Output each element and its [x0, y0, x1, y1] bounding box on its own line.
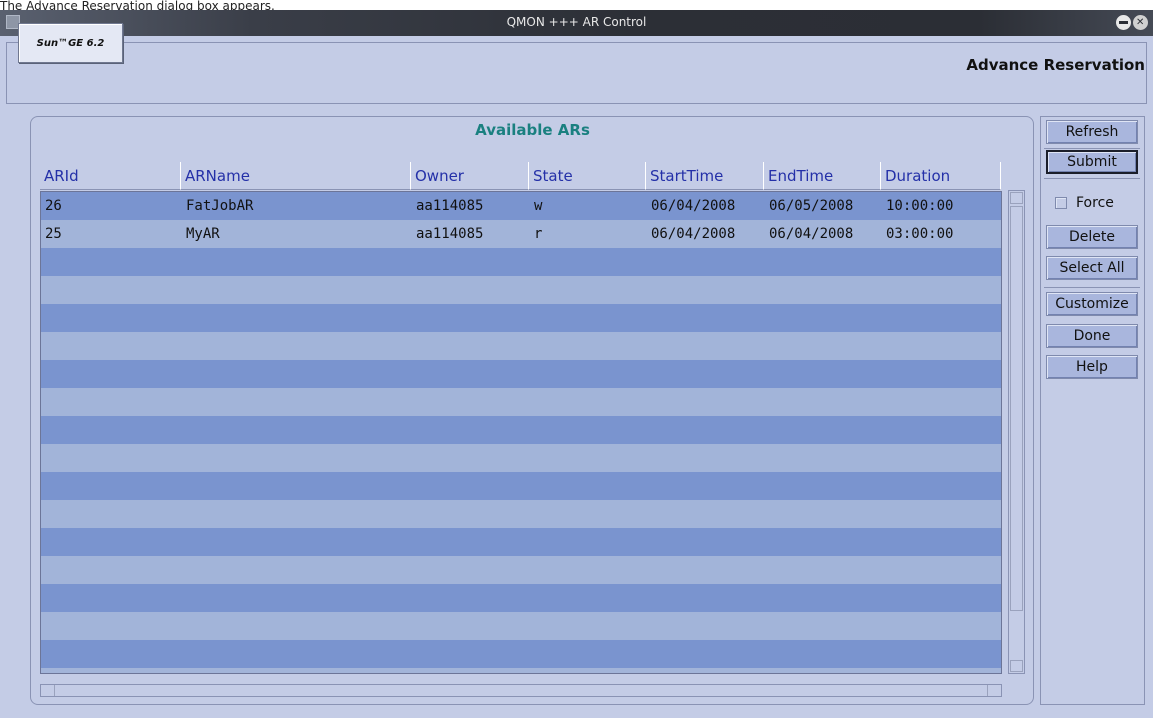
column-header-arname[interactable]: ARName — [181, 162, 411, 190]
minimize-icon[interactable] — [1116, 15, 1131, 30]
cell-arid: 25 — [45, 226, 62, 242]
close-icon[interactable] — [1133, 15, 1148, 30]
submit-button[interactable]: Submit — [1046, 150, 1138, 174]
horizontal-scrollbar[interactable] — [40, 684, 1002, 697]
table-body[interactable]: 26 FatJobAR aa114085 w 06/04/2008 06/05/… — [40, 191, 1002, 674]
customize-button[interactable]: Customize — [1046, 292, 1138, 316]
table-row[interactable]: 26 FatJobAR aa114085 w 06/04/2008 06/05/… — [41, 192, 1001, 220]
force-checkbox-row[interactable]: Force — [1049, 193, 1139, 213]
select-all-button[interactable]: Select All — [1046, 256, 1138, 280]
cell-arname: MyAR — [186, 226, 220, 242]
column-header-endtime[interactable]: EndTime — [764, 162, 881, 190]
divider — [1044, 287, 1140, 288]
force-label: Force — [1076, 195, 1114, 211]
scroll-left-icon[interactable] — [42, 685, 55, 696]
scroll-thumb[interactable] — [1010, 206, 1023, 611]
cell-state: r — [534, 226, 543, 242]
refresh-button[interactable]: Refresh — [1046, 120, 1138, 144]
cell-state: w — [534, 198, 543, 214]
scroll-down-icon[interactable] — [1010, 660, 1023, 672]
column-header-duration[interactable]: Duration — [881, 162, 1001, 190]
page-title: Advance Reservation — [966, 56, 1145, 74]
vertical-scrollbar[interactable] — [1008, 190, 1025, 674]
column-header-state[interactable]: State — [529, 162, 646, 190]
done-button[interactable]: Done — [1046, 324, 1138, 348]
sge-logo-button[interactable]: Sun™GE 6.2 — [18, 23, 123, 63]
cell-arid: 26 — [45, 198, 62, 214]
table-header: ARId ARName Owner State StartTime EndTim… — [40, 162, 1002, 191]
title-bar[interactable]: QMON +++ AR Control — [0, 10, 1153, 36]
cell-duration: 03:00:00 — [886, 226, 954, 242]
delete-button[interactable]: Delete — [1046, 225, 1138, 249]
panel-title: Available ARs — [475, 121, 590, 139]
window-title: QMON +++ AR Control — [506, 15, 647, 29]
force-checkbox[interactable] — [1055, 197, 1067, 209]
column-header-arid[interactable]: ARId — [40, 162, 181, 190]
cell-endtime: 06/05/2008 — [769, 198, 854, 214]
scroll-up-icon[interactable] — [1010, 192, 1023, 204]
divider — [1044, 178, 1140, 179]
column-header-starttime[interactable]: StartTime — [646, 162, 764, 190]
column-header-owner[interactable]: Owner — [411, 162, 529, 190]
cell-arname: FatJobAR — [186, 198, 254, 214]
scroll-right-icon[interactable] — [987, 685, 1000, 696]
cell-endtime: 06/04/2008 — [769, 226, 854, 242]
cell-owner: aa114085 — [416, 226, 484, 242]
help-button[interactable]: Help — [1046, 355, 1138, 379]
cell-owner: aa114085 — [416, 198, 484, 214]
cell-starttime: 06/04/2008 — [651, 226, 736, 242]
cell-duration: 10:00:00 — [886, 198, 954, 214]
divider — [1044, 148, 1140, 149]
cell-starttime: 06/04/2008 — [651, 198, 736, 214]
table-row[interactable]: 25 MyAR aa114085 r 06/04/2008 06/04/2008… — [41, 220, 1001, 248]
